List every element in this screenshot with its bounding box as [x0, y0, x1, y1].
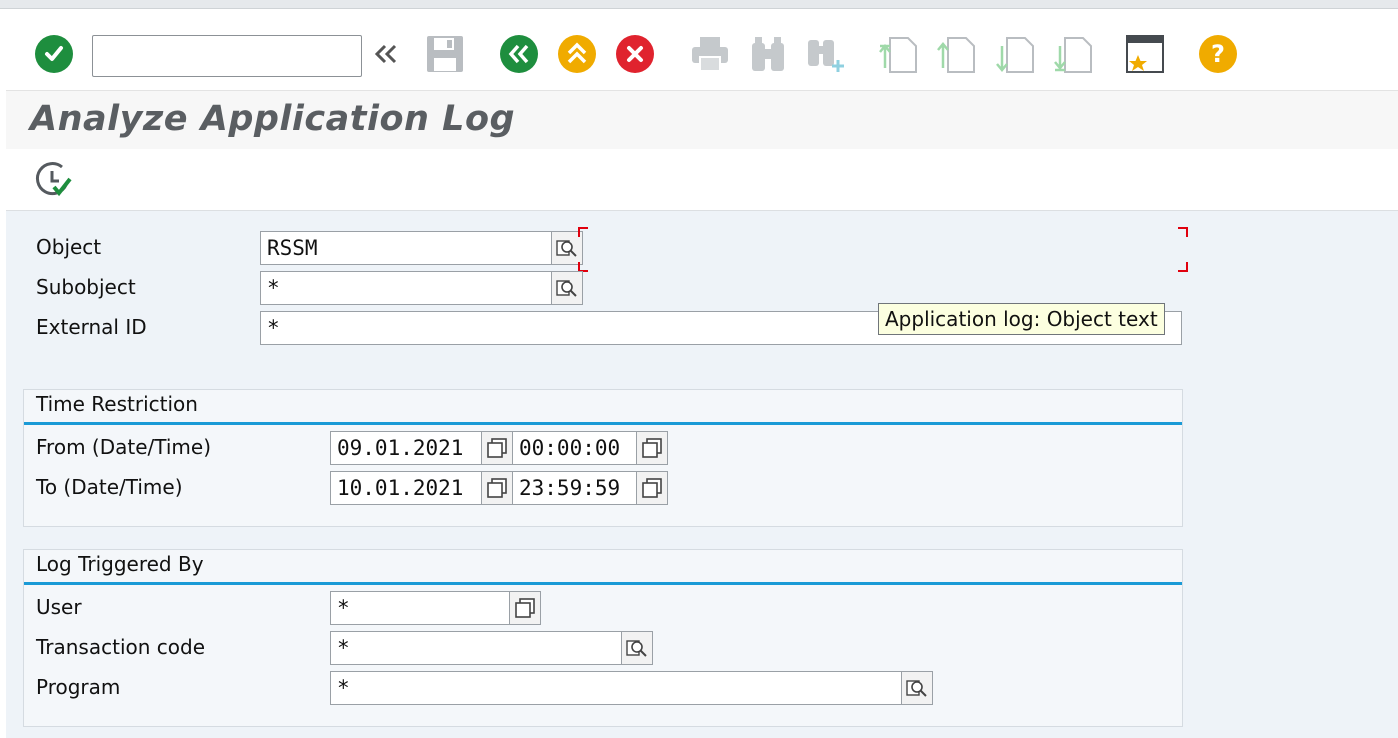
external-id-label: External ID: [36, 315, 147, 339]
time-restriction-title: Time Restriction: [36, 392, 198, 416]
system-toolbar: ?: [0, 9, 1398, 89]
help-icon[interactable]: ?: [1196, 32, 1240, 76]
find-next-icon: [804, 32, 848, 76]
subobject-label: Subobject: [36, 275, 136, 299]
object-label: Object: [36, 235, 102, 259]
program-search-help-icon[interactable]: [901, 671, 933, 705]
to-date-time-label: To (Date/Time): [36, 475, 183, 499]
command-field[interactable]: [92, 35, 362, 77]
expand-icon[interactable]: [364, 32, 408, 76]
from-date-field[interactable]: 09.01.2021: [330, 431, 482, 465]
log-triggered-by-title: Log Triggered By: [36, 552, 204, 576]
execute-icon[interactable]: [34, 159, 78, 199]
page-title: Analyze Application Log: [30, 99, 516, 139]
subobject-field[interactable]: *: [260, 271, 552, 305]
application-toolbar: [6, 149, 1398, 211]
subobject-search-help-icon[interactable]: [551, 271, 583, 305]
transaction-code-field[interactable]: *: [330, 631, 622, 665]
object-field[interactable]: RSSM: [260, 231, 552, 265]
group-header: Time Restriction: [24, 390, 1182, 425]
to-date-picker-icon[interactable]: [481, 471, 513, 505]
transaction-code-search-help-icon[interactable]: [621, 631, 653, 665]
back-icon[interactable]: [497, 32, 541, 76]
to-time-picker-icon[interactable]: [636, 471, 668, 505]
from-time-picker-icon[interactable]: [636, 431, 668, 465]
print-icon: [688, 32, 732, 76]
from-time-field[interactable]: 00:00:00: [512, 431, 638, 465]
find-icon: [746, 32, 790, 76]
to-time-field[interactable]: 23:59:59: [512, 471, 638, 505]
transaction-code-label: Transaction code: [36, 635, 206, 659]
first-page-icon: [876, 32, 920, 76]
previous-page-icon: [934, 32, 978, 76]
from-date-time-label: From (Date/Time): [36, 435, 211, 459]
cancel-icon[interactable]: [613, 32, 657, 76]
group-header: Log Triggered By: [24, 550, 1182, 585]
focus-corner: [1178, 227, 1188, 237]
user-value-help-icon[interactable]: [509, 591, 541, 625]
window-top-edge: [0, 0, 1398, 9]
last-page-icon: [1051, 32, 1095, 76]
user-field[interactable]: *: [330, 591, 510, 625]
next-page-icon: [993, 32, 1037, 76]
to-date-field[interactable]: 10.01.2021: [330, 471, 482, 505]
exit-icon[interactable]: [555, 32, 599, 76]
tooltip: Application log: Object text: [878, 303, 1165, 335]
focus-corner: [1178, 262, 1188, 272]
title-bar: Analyze Application Log: [6, 90, 1398, 150]
check-icon[interactable]: [32, 32, 76, 76]
program-label: Program: [36, 675, 121, 699]
focus-corner: [578, 227, 588, 237]
program-field[interactable]: *: [330, 671, 902, 705]
user-label: User: [36, 595, 82, 619]
from-date-picker-icon[interactable]: [481, 431, 513, 465]
save-icon: [423, 32, 467, 76]
create-shortcut-icon[interactable]: [1123, 32, 1167, 76]
